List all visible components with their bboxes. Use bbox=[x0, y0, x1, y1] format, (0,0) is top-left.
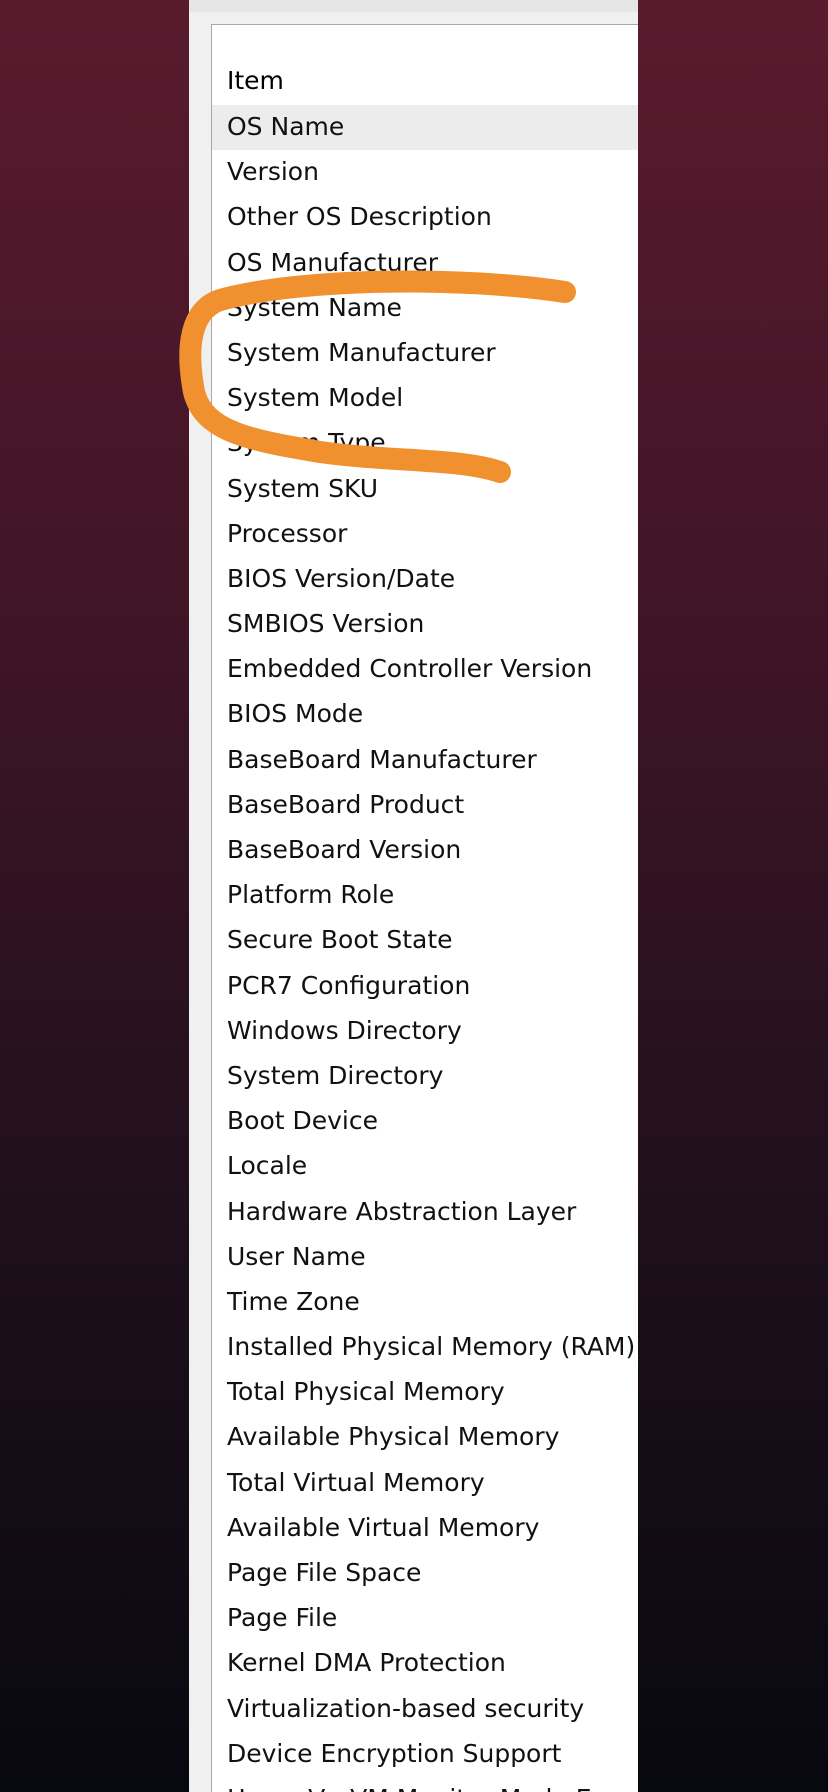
list-item[interactable]: BaseBoard Version bbox=[212, 828, 638, 873]
list-item[interactable]: System Type bbox=[212, 421, 638, 466]
list-item[interactable]: PCR7 Configuration bbox=[212, 964, 638, 1009]
list-item[interactable]: Windows Directory bbox=[212, 1009, 638, 1054]
list-item[interactable]: Embedded Controller Version bbox=[212, 647, 638, 692]
list-item[interactable]: Processor bbox=[212, 512, 638, 557]
list-item[interactable]: Secure Boot State bbox=[212, 918, 638, 963]
item-rows: OS Name Version Other OS Description OS Man… bbox=[212, 105, 638, 1792]
system-information-window: Item OS Name Version Other OS Description O… bbox=[189, 0, 638, 1792]
list-item[interactable]: OS Manufacturer bbox=[212, 241, 638, 286]
list-item[interactable]: System SKU bbox=[212, 467, 638, 512]
list-item[interactable]: Virtualization-based security bbox=[212, 1687, 638, 1732]
list-item[interactable]: Page File Space bbox=[212, 1551, 638, 1596]
list-item[interactable]: System Directory bbox=[212, 1054, 638, 1099]
list-item[interactable]: System Name bbox=[212, 286, 638, 331]
list-item[interactable]: Total Physical Memory bbox=[212, 1370, 638, 1415]
window-top-strip bbox=[189, 0, 638, 12]
list-item[interactable]: Available Virtual Memory bbox=[212, 1506, 638, 1551]
list-item[interactable]: System Model bbox=[212, 376, 638, 421]
list-item[interactable]: Total Virtual Memory bbox=[212, 1461, 638, 1506]
list-item[interactable]: Boot Device bbox=[212, 1099, 638, 1144]
list-item[interactable]: Locale bbox=[212, 1144, 638, 1189]
list-item[interactable]: System Manufacturer bbox=[212, 331, 638, 376]
list-item[interactable]: OS Name bbox=[212, 105, 638, 151]
list-item[interactable]: Hardware Abstraction Layer bbox=[212, 1190, 638, 1235]
list-item[interactable]: BIOS Version/Date bbox=[212, 557, 638, 602]
list-item[interactable]: User Name bbox=[212, 1235, 638, 1280]
system-summary-list[interactable]: Item OS Name Version Other OS Description O… bbox=[211, 24, 638, 1792]
list-item[interactable]: Available Physical Memory bbox=[212, 1415, 638, 1460]
list-item[interactable]: BIOS Mode bbox=[212, 692, 638, 737]
list-item[interactable]: Device Encryption Support bbox=[212, 1732, 638, 1777]
list-item[interactable]: SMBIOS Version bbox=[212, 602, 638, 647]
item-column-header[interactable]: Item bbox=[227, 61, 284, 101]
list-item[interactable]: Other OS Description bbox=[212, 195, 638, 240]
list-item[interactable]: Kernel DMA Protection bbox=[212, 1641, 638, 1686]
list-item[interactable]: BaseBoard Manufacturer bbox=[212, 738, 638, 783]
list-item[interactable]: Version bbox=[212, 150, 638, 195]
list-item[interactable]: Page File bbox=[212, 1596, 638, 1641]
list-item[interactable]: Time Zone bbox=[212, 1280, 638, 1325]
list-item[interactable]: Platform Role bbox=[212, 873, 638, 918]
list-item[interactable]: Installed Physical Memory (RAM) bbox=[212, 1325, 638, 1370]
list-item[interactable]: Hyper-V - VM Monitor Mode E bbox=[212, 1777, 638, 1792]
list-item[interactable]: BaseBoard Product bbox=[212, 783, 638, 828]
